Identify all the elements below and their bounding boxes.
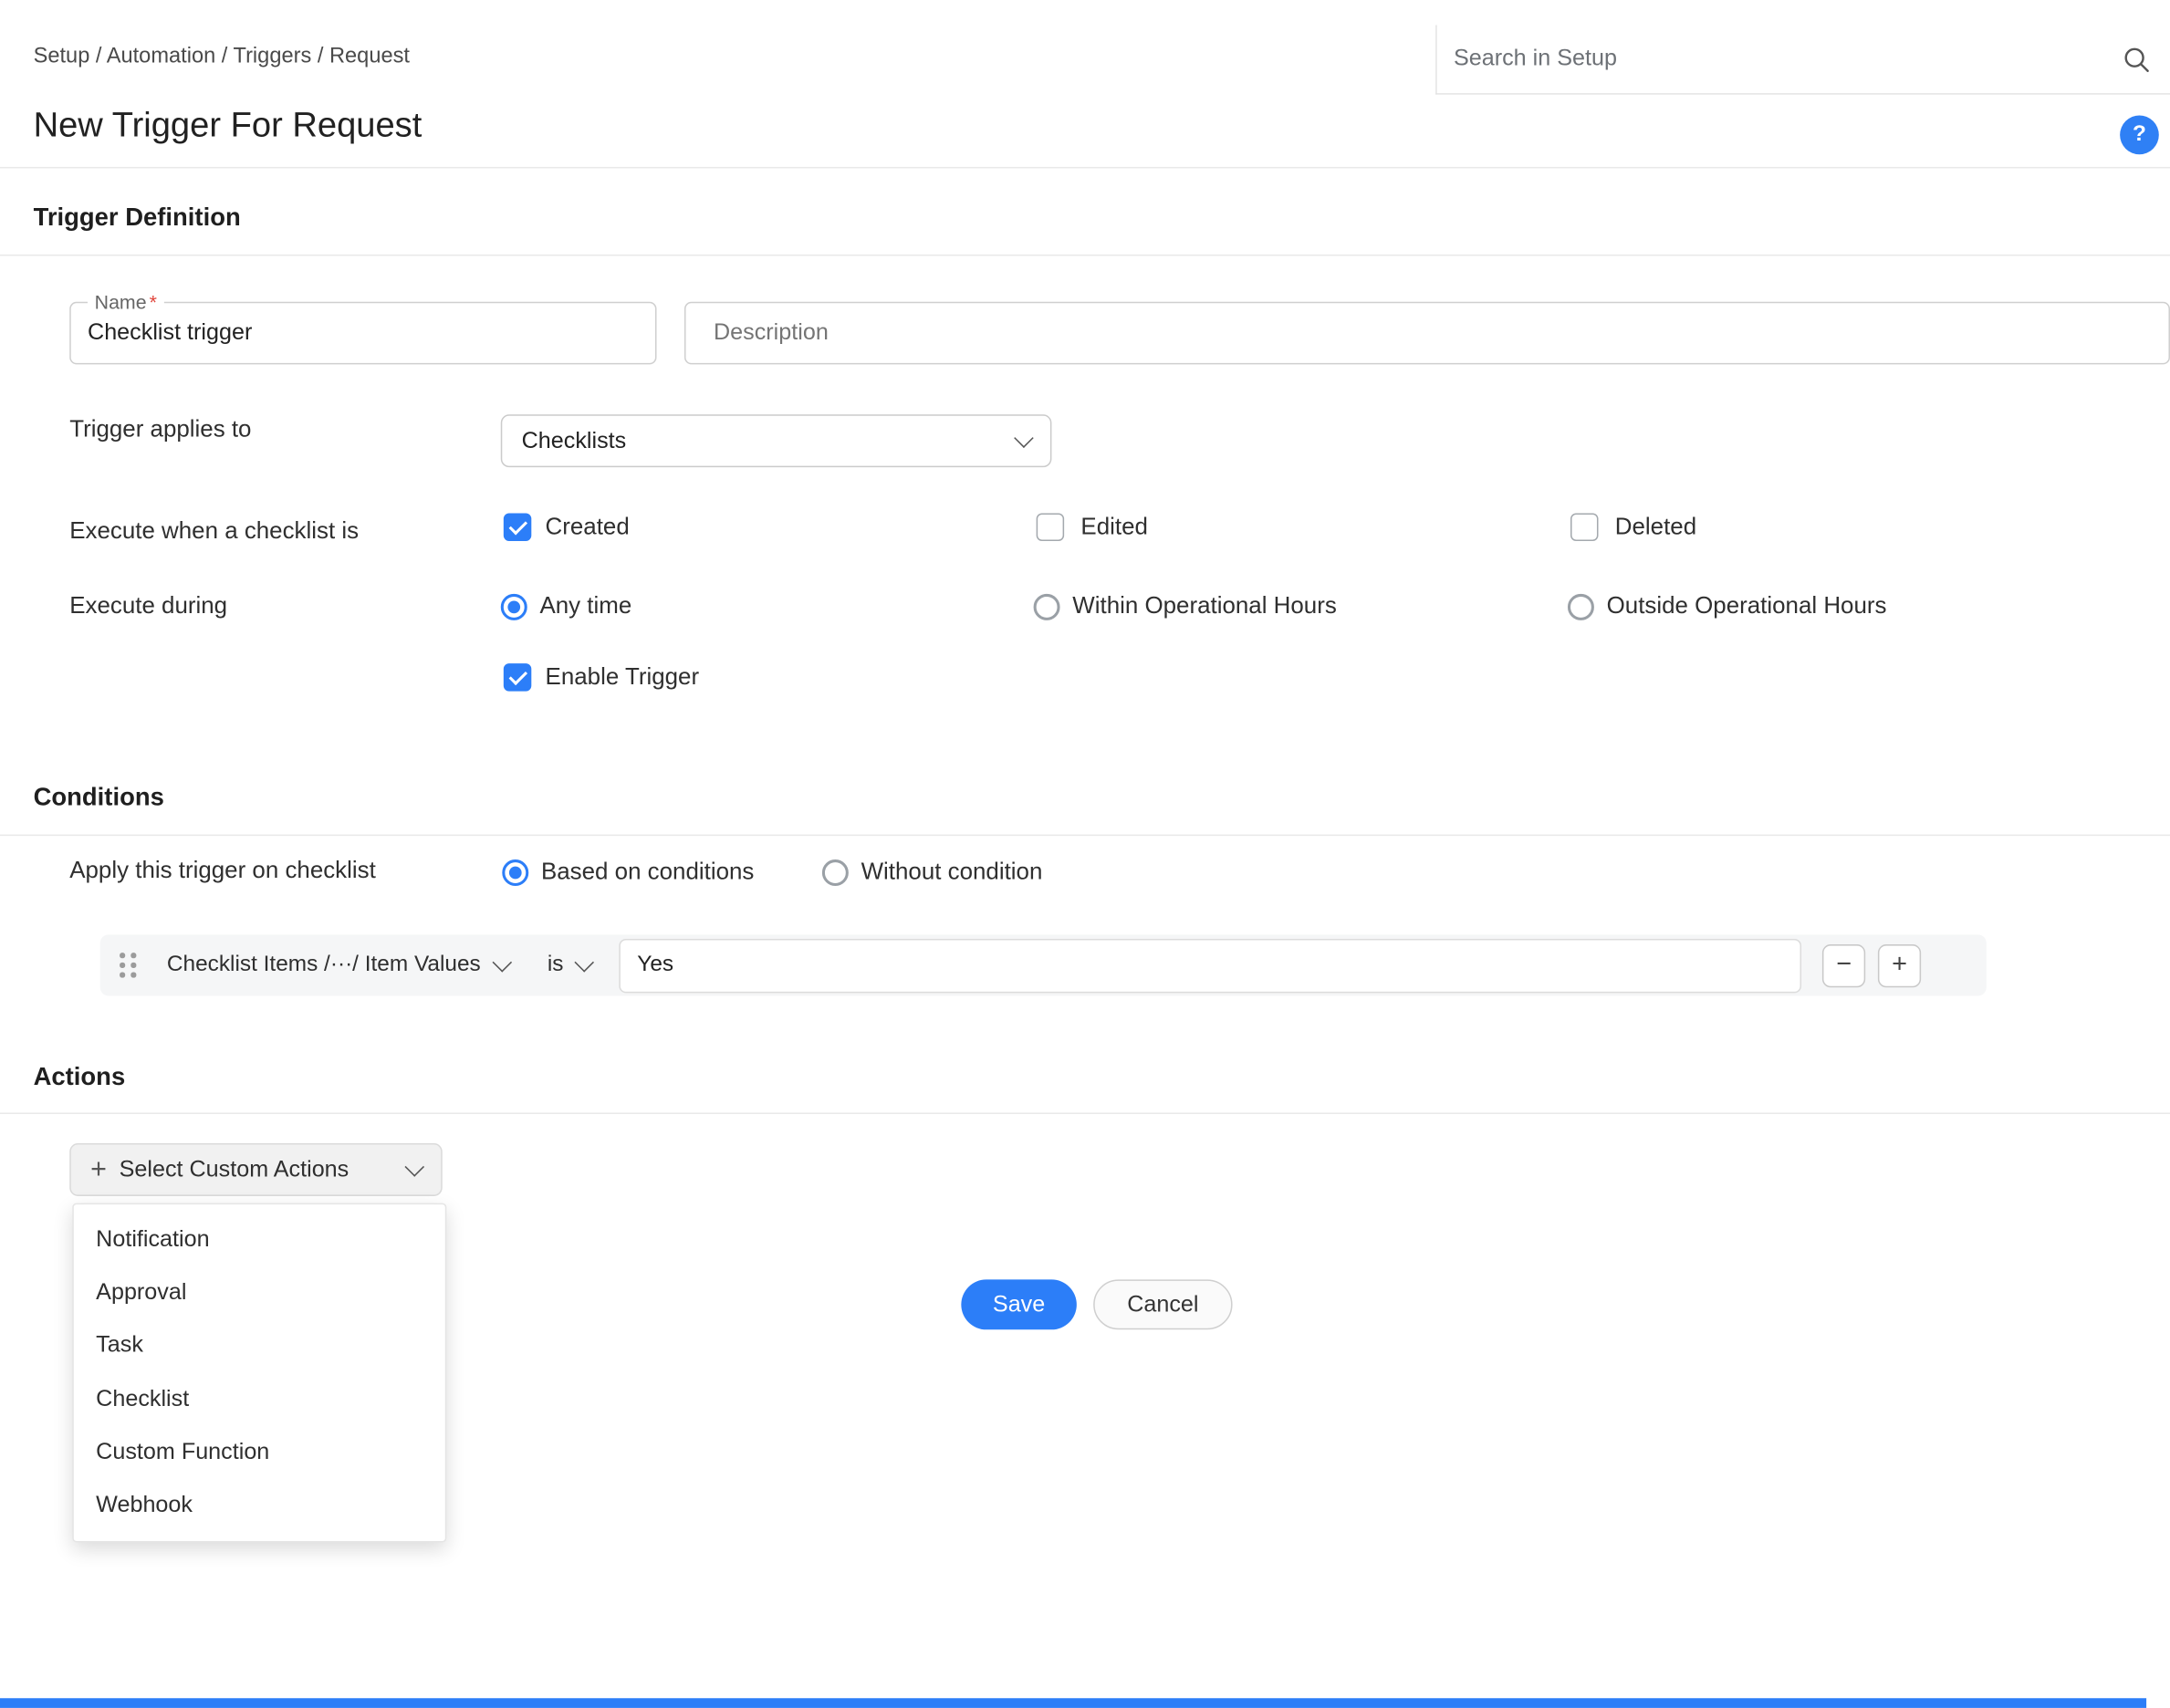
description-input[interactable] bbox=[686, 303, 2169, 363]
description-field[interactable] bbox=[684, 302, 2170, 365]
radio-icon[interactable] bbox=[822, 859, 849, 885]
chevron-down-icon bbox=[575, 953, 595, 973]
section-divider bbox=[0, 1112, 2170, 1114]
add-condition-button[interactable]: + bbox=[1878, 943, 1921, 986]
section-heading-actions: Actions bbox=[34, 1063, 126, 1092]
required-asterisk: * bbox=[150, 291, 157, 313]
menu-item-custom-function[interactable]: Custom Function bbox=[74, 1426, 445, 1479]
condition-value-input[interactable] bbox=[621, 940, 1800, 991]
radio-icon[interactable] bbox=[1034, 593, 1060, 620]
page-title: New Trigger For Request bbox=[34, 106, 423, 146]
select-custom-actions-button[interactable]: + Select Custom Actions bbox=[69, 1143, 443, 1196]
name-label: Name* bbox=[88, 291, 164, 313]
checkbox-edited[interactable]: Edited bbox=[1037, 513, 1148, 540]
setup-search[interactable] bbox=[1435, 25, 2170, 94]
apply-trigger-label: Apply this trigger on checklist bbox=[69, 857, 376, 884]
chevron-down-icon bbox=[492, 953, 512, 973]
execute-when-label: Execute when a checklist is bbox=[69, 517, 359, 545]
section-divider bbox=[0, 835, 2170, 837]
checkbox-icon[interactable] bbox=[504, 513, 531, 540]
checkbox-label: Created bbox=[546, 513, 630, 540]
radio-outside-operational-hours[interactable]: Outside Operational Hours bbox=[1568, 592, 1887, 620]
radio-icon[interactable] bbox=[502, 859, 528, 885]
remove-condition-button[interactable]: − bbox=[1822, 943, 1865, 986]
help-icon[interactable]: ? bbox=[2120, 116, 2159, 155]
radio-label: Within Operational Hours bbox=[1072, 592, 1337, 620]
select-custom-actions-label: Select Custom Actions bbox=[120, 1157, 349, 1183]
checkbox-deleted[interactable]: Deleted bbox=[1570, 513, 1696, 540]
section-heading-trigger-definition: Trigger Definition bbox=[34, 203, 241, 233]
drag-handle-icon[interactable] bbox=[120, 953, 136, 977]
applies-to-select[interactable]: Checklists bbox=[501, 414, 1052, 467]
custom-actions-menu: Notification Approval Task Checklist Cus… bbox=[72, 1203, 446, 1543]
header-divider bbox=[0, 167, 2170, 169]
chevron-down-icon bbox=[1014, 428, 1034, 448]
section-divider bbox=[0, 255, 2170, 256]
breadcrumb[interactable]: Setup / Automation / Triggers / Request bbox=[34, 45, 410, 69]
condition-operator-select[interactable]: is bbox=[548, 953, 591, 977]
radio-icon[interactable] bbox=[501, 593, 527, 620]
search-input[interactable] bbox=[1451, 45, 2123, 74]
checkbox-label: Deleted bbox=[1615, 513, 1696, 540]
applies-to-value: Checklists bbox=[522, 428, 627, 454]
chevron-down-icon bbox=[404, 1157, 424, 1177]
radio-label: Based on conditions bbox=[541, 859, 754, 886]
search-icon[interactable] bbox=[2123, 46, 2150, 73]
radio-based-on-conditions[interactable]: Based on conditions bbox=[502, 859, 754, 886]
radio-any-time[interactable]: Any time bbox=[501, 592, 632, 620]
execute-during-label: Execute during bbox=[69, 592, 227, 620]
cancel-button[interactable]: Cancel bbox=[1093, 1279, 1232, 1329]
checkbox-created[interactable]: Created bbox=[504, 513, 630, 540]
page: Setup / Automation / Triggers / Request … bbox=[0, 0, 2170, 1708]
save-button[interactable]: Save bbox=[961, 1279, 1077, 1329]
menu-item-notification[interactable]: Notification bbox=[74, 1213, 445, 1265]
condition-operator-value: is bbox=[548, 953, 564, 977]
plus-icon: + bbox=[90, 1156, 107, 1183]
checkbox-label: Edited bbox=[1080, 513, 1147, 540]
menu-item-task[interactable]: Task bbox=[74, 1319, 445, 1372]
radio-label: Outside Operational Hours bbox=[1607, 592, 1887, 620]
radio-label: Any time bbox=[539, 592, 631, 620]
radio-label: Without condition bbox=[861, 859, 1043, 886]
name-field[interactable]: Name* bbox=[69, 302, 656, 365]
section-heading-conditions: Conditions bbox=[34, 783, 164, 812]
checkbox-icon[interactable] bbox=[1570, 513, 1598, 540]
radio-without-condition[interactable]: Without condition bbox=[822, 859, 1042, 886]
bottom-accent-bar bbox=[0, 1698, 2146, 1708]
radio-icon[interactable] bbox=[1568, 593, 1594, 620]
condition-value-field[interactable] bbox=[619, 938, 1801, 992]
checkbox-enable-trigger[interactable]: Enable Trigger bbox=[504, 663, 699, 691]
radio-within-operational-hours[interactable]: Within Operational Hours bbox=[1034, 592, 1337, 620]
menu-item-approval[interactable]: Approval bbox=[74, 1266, 445, 1319]
checkbox-icon[interactable] bbox=[1037, 513, 1064, 540]
condition-row: Checklist Items /···/ Item Values is − + bbox=[100, 934, 1987, 995]
checkbox-icon[interactable] bbox=[504, 663, 531, 691]
applies-to-label: Trigger applies to bbox=[69, 416, 251, 443]
checkbox-label: Enable Trigger bbox=[546, 663, 700, 691]
menu-item-checklist[interactable]: Checklist bbox=[74, 1372, 445, 1425]
menu-item-webhook[interactable]: Webhook bbox=[74, 1479, 445, 1532]
condition-field-select[interactable]: Checklist Items /···/ Item Values bbox=[167, 953, 508, 977]
condition-field-value: Checklist Items /···/ Item Values bbox=[167, 953, 481, 977]
